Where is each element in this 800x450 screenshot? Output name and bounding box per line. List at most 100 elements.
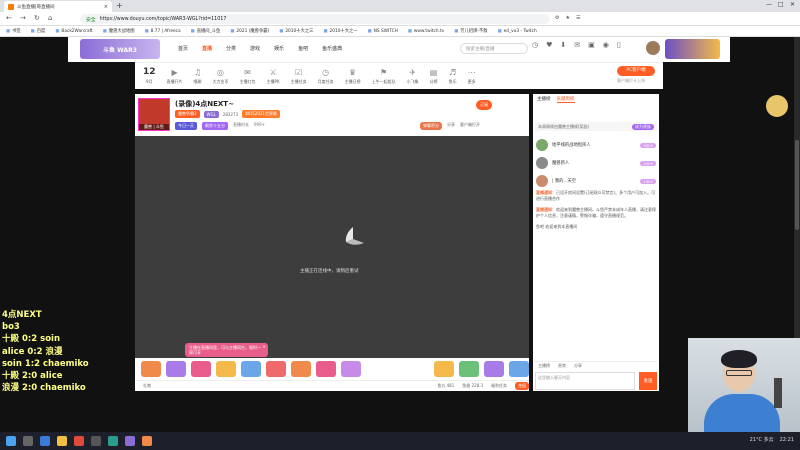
room-tag[interactable]: WGL — [203, 110, 219, 118]
reload-icon[interactable]: ↻ — [34, 14, 40, 22]
video-player[interactable] — [135, 136, 529, 358]
gift-item[interactable] — [434, 361, 454, 377]
nav-item-entertainment[interactable]: 娱乐 — [274, 45, 284, 52]
gift-item[interactable] — [509, 361, 529, 377]
gift-item[interactable] — [266, 361, 286, 377]
chrome-icon[interactable] — [74, 436, 84, 446]
room-tag[interactable]: 魔兽争霸3 — [175, 110, 200, 118]
forward-icon[interactable]: → — [20, 14, 26, 22]
gift-label[interactable]: 礼物 — [143, 383, 151, 389]
app-icon[interactable] — [125, 436, 135, 446]
activity-item[interactable]: ⋯ 更多 — [468, 68, 476, 85]
activity-item[interactable]: ◷ 月度任务 — [318, 68, 334, 85]
extension-icon[interactable]: ☰ — [576, 15, 580, 21]
bookmark-item[interactable]: Back2Warcraft — [55, 29, 92, 34]
toolbar-item[interactable]: 分享 — [574, 363, 582, 368]
share-button[interactable]: 分享 — [447, 122, 455, 130]
gift-item[interactable] — [291, 361, 311, 377]
gift-item[interactable] — [341, 361, 361, 377]
user-avatar[interactable] — [646, 41, 660, 55]
nav-item-home[interactable]: 首页 — [178, 45, 188, 52]
activity-item[interactable]: ♬ 鱼乐 — [449, 68, 457, 85]
follow-button[interactable]: 订阅 — [476, 100, 492, 110]
nav-item-fishbar[interactable]: 鱼吧 — [298, 45, 308, 52]
recharge-button[interactable]: 充值 — [515, 382, 529, 390]
live-icon[interactable]: ◉ — [603, 41, 609, 49]
task-icon[interactable]: ▣ — [588, 41, 595, 49]
room-tag[interactable]: 剩余十五分 — [202, 122, 228, 130]
barrage-points-button[interactable]: 弹幕积分 — [420, 122, 442, 130]
toolbar-item[interactable]: 主播榜 — [538, 363, 550, 368]
download-icon[interactable]: ⬇ — [560, 41, 566, 49]
ad-banner[interactable] — [665, 39, 720, 59]
windows-start-icon[interactable] — [6, 436, 16, 446]
bookmark-item[interactable]: 魔兽大战地图 — [103, 28, 135, 34]
site-logo[interactable]: 斗鱼 WAR3 — [80, 39, 160, 59]
edge-icon[interactable] — [40, 436, 50, 446]
close-icon[interactable]: × — [263, 344, 266, 349]
folder-icon[interactable] — [57, 436, 67, 446]
back-icon[interactable]: ← — [6, 14, 12, 22]
minimize-icon[interactable]: — — [766, 1, 772, 8]
url-input[interactable]: 安全 https://www.douyu.com/topic/WAR3-WGL?… — [80, 14, 550, 24]
browser-tab[interactable]: 斗鱼直播|哥直播间 × — [4, 1, 112, 12]
activity-item[interactable]: ▤ 分榜 — [430, 68, 438, 85]
welfare-task-button[interactable]: 福利任务 — [491, 383, 507, 389]
app-icon[interactable] — [91, 436, 101, 446]
gift-item[interactable] — [241, 361, 261, 377]
pc-client-button[interactable]: PC客户端 — [617, 66, 655, 76]
scrollbar-thumb[interactable] — [795, 140, 799, 230]
bookmark-item[interactable]: 2010十大之一 — [323, 28, 358, 34]
activity-item[interactable]: ⚑ 上午一起组队 — [372, 68, 396, 85]
activity-item[interactable]: ☑ 主播任务 — [291, 68, 307, 85]
rank-item[interactable]: 地平线的战地指挥人 4000 — [536, 139, 656, 151]
toolbar-item[interactable]: 贵宾 — [558, 363, 566, 368]
gift-item[interactable] — [141, 361, 161, 377]
bookmark-item[interactable]: 百度 — [31, 28, 46, 34]
nav-item-games[interactable]: 游戏 — [250, 45, 260, 52]
bookmark-item[interactable]: 2010十大之三 — [279, 28, 313, 34]
activity-item[interactable]: ♫ 唱歌 — [194, 68, 202, 85]
become-noble-button[interactable]: 成为贵族 — [632, 123, 654, 130]
weather-text[interactable]: 21°C 多云 — [750, 436, 774, 443]
bookmark-item[interactable]: 芳儿招牌-不散 — [454, 28, 487, 34]
tab-weekly-rank[interactable]: 贡献周榜 — [556, 96, 575, 103]
mobile-icon[interactable]: ▯ — [617, 41, 621, 49]
activity-item[interactable]: ✈ 小飞象 — [407, 68, 419, 85]
history-icon[interactable]: ◷ — [532, 41, 538, 49]
client-open-button[interactable]: 客户端打开 — [460, 122, 480, 130]
gift-item[interactable] — [191, 361, 211, 377]
new-tab-button[interactable]: + — [116, 1, 123, 10]
bookmark-item[interactable]: www.twitch.tv — [408, 29, 444, 34]
activity-item[interactable]: ✉ 主播红包 — [240, 68, 256, 85]
gift-item[interactable] — [459, 361, 479, 377]
nav-item-live[interactable]: 直播 — [202, 45, 212, 52]
close-window-icon[interactable]: ✕ — [790, 1, 795, 8]
close-tab-icon[interactable]: × — [104, 4, 108, 10]
home-icon[interactable]: ⌂ — [48, 14, 52, 22]
activity-item[interactable]: ◎ 大力金币 — [213, 68, 229, 85]
bookmark-item[interactable]: NS SWITCH — [368, 29, 398, 34]
anchor-avatar[interactable]: 魔兽 | 众鱼 — [138, 98, 170, 131]
bookmark-item[interactable]: ed_vo3 - Twitch — [498, 29, 537, 34]
bookmark-item[interactable]: 2021 (魔兽争霸) — [230, 28, 269, 34]
tab-anchor-rank[interactable]: 主播榜 — [537, 96, 551, 103]
nav-item-festival[interactable]: 鱼乐盛典 — [322, 45, 342, 52]
send-button[interactable]: 发送 — [639, 372, 657, 390]
search-input[interactable]: 搜索主播/直播 — [460, 43, 528, 54]
room-tag[interactable]: 今日一天 — [175, 122, 197, 130]
search-icon[interactable] — [23, 436, 33, 446]
maximize-icon[interactable]: □ — [778, 1, 784, 8]
promo-notice[interactable]: 主播在直播间里，可与主播同台，限时一周可享 × — [185, 343, 268, 357]
follow-icon[interactable]: ♥ — [546, 41, 552, 49]
bookmark-item[interactable]: 8.77 | Afreeca — [145, 29, 181, 34]
extension-icon[interactable]: ⚙ — [555, 15, 559, 21]
activity-item[interactable]: ▶ 直播开片 — [167, 68, 183, 85]
chat-input[interactable]: 这里输入聊天内容 — [535, 372, 635, 390]
gift-item[interactable] — [484, 361, 504, 377]
activity-item[interactable]: ♛ 主播日榜 — [345, 68, 361, 85]
app-icon[interactable] — [142, 436, 152, 446]
nav-item-category[interactable]: 分类 — [226, 45, 236, 52]
bookmark-item[interactable]: 书签 — [6, 28, 21, 34]
message-icon[interactable]: ✉ — [574, 41, 580, 49]
